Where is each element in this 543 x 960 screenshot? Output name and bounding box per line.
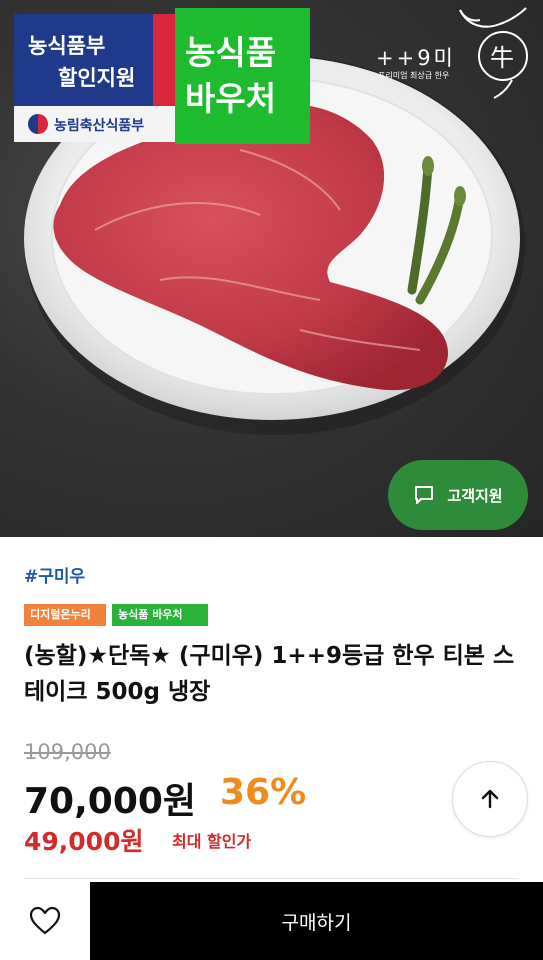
divider xyxy=(24,878,519,879)
buy-button[interactable]: 구매하기 xyxy=(90,882,543,960)
gov-badge-line1: 농식품부 xyxy=(28,34,106,58)
gov-badge-accent xyxy=(153,14,175,106)
bottom-action-bar: 구매하기 xyxy=(0,882,543,960)
discount-rate: 36% xyxy=(220,772,307,813)
svg-text:牛: 牛 xyxy=(490,44,514,72)
sale-price: 70,000원 xyxy=(24,781,197,822)
gov-discount-badge: 농식품부 할인지원 xyxy=(14,14,164,106)
gov-badge-line2: 할인지원 xyxy=(58,66,136,90)
tag-digital-onnuri: 디지털온누리 xyxy=(24,604,106,626)
product-hero-image: 농식품부 할인지원 농림축산식품부 농식품 바우처 牛 ++9미 프리미엄 최상… xyxy=(0,0,543,537)
chat-bubble-icon xyxy=(415,486,434,504)
voucher-badge: 농식품 바우처 xyxy=(175,8,310,144)
ministry-strip: 농림축산식품부 xyxy=(14,106,175,142)
customer-support-label: 고객지원 xyxy=(447,486,503,505)
ministry-name: 농림축산식품부 xyxy=(54,118,145,134)
brand-name: ++9미 xyxy=(376,46,456,70)
brand-logo: 牛 ++9미 프리미엄 최상급 한우 xyxy=(372,6,537,102)
customer-support-button[interactable]: 고객지원 xyxy=(388,460,528,530)
max-discount-label: 최대 할인가 xyxy=(172,832,252,851)
heart-icon xyxy=(29,906,61,935)
voucher-badge-line2: 바우처 xyxy=(185,79,277,118)
taegeuk-emblem-icon xyxy=(28,114,48,134)
brand-tagline: 프리미엄 최상급 한우 xyxy=(378,71,450,80)
brand-hashtag-link[interactable]: #구미우 xyxy=(24,562,85,587)
tag-voucher: 농식품 바우처 xyxy=(112,604,208,626)
product-title: (농할)★단독★ (구미우) 1++9등급 한우 티본 스테이크 500g 냉장 xyxy=(24,643,515,705)
wishlist-button[interactable] xyxy=(0,882,90,960)
arrow-up-icon xyxy=(481,789,499,809)
voucher-badge-line1: 농식품 xyxy=(185,33,277,72)
max-discount-price: 49,000원 xyxy=(24,827,144,856)
scroll-to-top-button[interactable] xyxy=(452,761,528,837)
original-price: 109,000 xyxy=(24,740,111,764)
